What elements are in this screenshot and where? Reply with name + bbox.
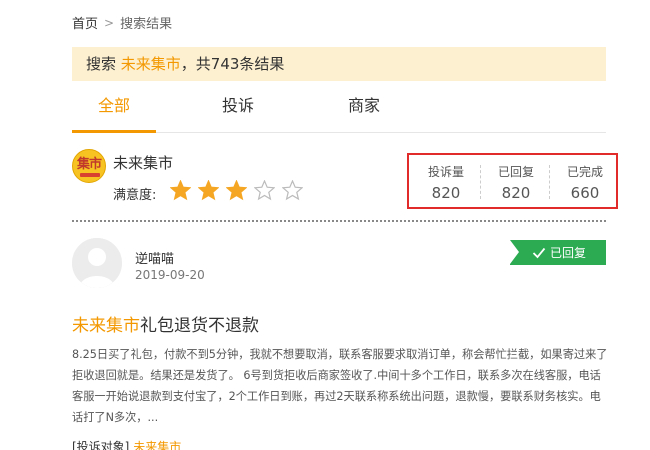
complaint-date: 2019-09-20 (135, 268, 205, 282)
breadcrumb-home-link[interactable]: 首页 (72, 13, 98, 32)
section-divider (72, 220, 606, 222)
status-badge-label: 已回复 (550, 246, 587, 260)
search-result-banner: 搜索 未来集市，共743条结果 (72, 47, 606, 81)
merchant-logo-ribbon (80, 173, 100, 177)
complaint-title-link[interactable]: 未来集市礼包退货不退款 (72, 311, 259, 336)
tab-all[interactable]: 全部 (72, 90, 156, 133)
merchant-name[interactable]: 未来集市 (113, 152, 173, 173)
stat-value: 660 (570, 184, 600, 202)
complaint-target: [投诉对象] 未来集市 (72, 438, 181, 450)
checkmark-icon (532, 247, 546, 258)
merchant-logo-text: 集市 (76, 156, 102, 172)
star-empty-icon (254, 180, 275, 201)
merchant-logo[interactable]: 集市 (72, 149, 106, 183)
star-filled-icon (226, 180, 247, 201)
complaint-target-label: [投诉对象] (72, 440, 130, 450)
tab-merchants[interactable]: 商家 (322, 90, 406, 133)
star-filled-icon (198, 180, 219, 201)
stat-label: 已完成 (566, 165, 603, 179)
merchant-stats-box: 投诉量 820 已回复 820 已完成 660 (407, 153, 618, 209)
stat-completed-count: 已完成 660 (550, 163, 620, 202)
status-badge: 已回复 (510, 240, 606, 265)
stat-label: 已回复 (497, 165, 534, 179)
complaint-title-text: 礼包退货不退款 (140, 316, 259, 336)
star-filled-icon (170, 180, 191, 201)
stat-complaint-count: 投诉量 820 (411, 163, 481, 202)
breadcrumb: 首页 > 搜索结果 (72, 13, 173, 33)
breadcrumb-current: 搜索结果 (120, 17, 173, 32)
rating-label: 满意度: (113, 188, 157, 203)
stat-label: 投诉量 (427, 165, 464, 179)
search-keyword: 未来集市 (120, 55, 181, 73)
complaint-title-keyword: 未来集市 (72, 316, 140, 336)
tab-complaints[interactable]: 投诉 (196, 90, 280, 133)
complaint-user-name: 逆喵喵 (135, 252, 175, 267)
default-avatar-icon (72, 238, 122, 288)
search-count: ，共743条结果 (180, 55, 285, 73)
rating-stars (170, 180, 303, 201)
stat-replied-count: 已回复 820 (481, 163, 551, 202)
search-prefix: 搜索 (86, 55, 121, 73)
stat-value: 820 (431, 184, 461, 202)
stat-value: 820 (501, 184, 531, 202)
complaint-target-link[interactable]: 未来集市 (133, 440, 181, 450)
user-avatar[interactable] (72, 238, 122, 288)
complaint-body: 8.25日买了礼包，付款不到5分钟，我就不想要取消，联系客服要求取消订单，称会帮… (72, 348, 608, 424)
result-tabs: 全部 投诉 商家 (72, 90, 606, 133)
star-empty-icon (282, 180, 303, 201)
breadcrumb-separator: > (104, 15, 115, 30)
